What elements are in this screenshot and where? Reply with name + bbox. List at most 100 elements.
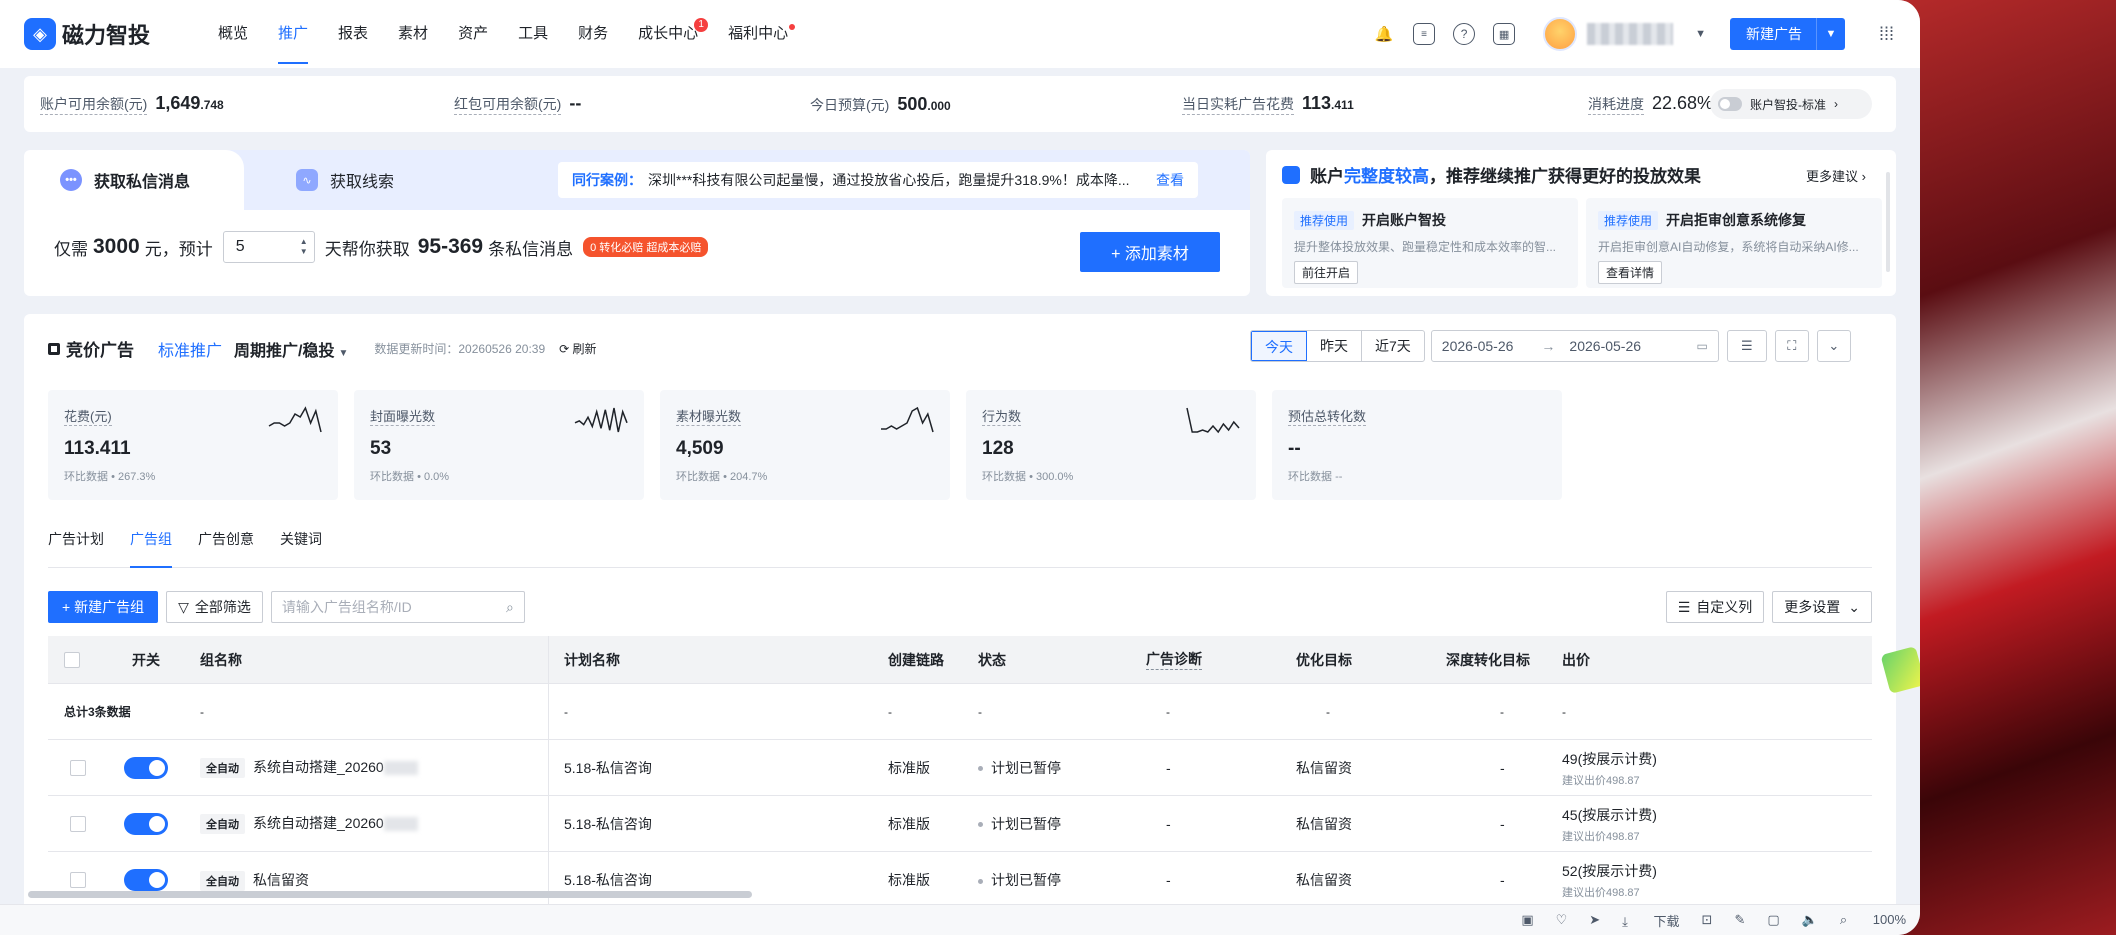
menu-item-assets[interactable]: 资产 (458, 0, 488, 68)
col-chain[interactable]: 创建链路 (888, 650, 944, 670)
refresh-button[interactable]: ⟳ 刷新 (559, 340, 596, 357)
fullscreen-icon[interactable]: ⛶ (1774, 330, 1809, 362)
date-today[interactable]: 今天 (1251, 331, 1307, 361)
heart-icon[interactable]: ♡ (1556, 912, 1568, 928)
row-checkbox[interactable] (70, 872, 86, 888)
menu-item-promotion[interactable]: 推广 (278, 0, 309, 68)
tab-leads[interactable]: ∿ 获取线索 (296, 150, 394, 210)
tab-ad-group[interactable]: 广告组 (130, 510, 172, 568)
col-goal[interactable]: 优化目标 (1296, 650, 1352, 670)
col-diagnosis[interactable]: 广告诊断 (1146, 649, 1202, 670)
search-icon[interactable]: ⌕ (506, 599, 514, 616)
bell-icon[interactable]: 🔔 (1373, 23, 1395, 45)
new-ad-button[interactable]: 新建广告 ▼ (1729, 18, 1845, 50)
bid-cell[interactable]: 52(按展示计费) 建议出价498.87 (1562, 861, 1657, 900)
row-enable-switch[interactable] (124, 869, 168, 891)
date-last-7-days[interactable]: 近7天 (1362, 331, 1424, 361)
chevron-down-icon[interactable]: ▼ (1695, 28, 1706, 40)
bid-cell[interactable]: 49(按展示计费) 建议出价498.87 (1562, 749, 1657, 788)
date-range-picker[interactable]: 2026-05-26 → 2026-05-26 ▭ (1430, 330, 1719, 362)
plan-name[interactable]: 5.18-私信咨询 (564, 870, 652, 890)
grid-icon[interactable]: ▦ (1493, 23, 1516, 45)
download-button[interactable]: ⤓ 下载 (1622, 911, 1679, 930)
col-deep-goal[interactable]: 深度转化目标 (1446, 650, 1530, 670)
game-icon[interactable]: ⊡ (1702, 912, 1713, 928)
row-checkbox[interactable] (70, 815, 86, 832)
group-name-cell[interactable]: 全自动 系统自动搭建_20260 (200, 813, 418, 834)
menu-item-reports[interactable]: 报表 (338, 0, 368, 68)
message-icon[interactable]: ≡ (1413, 23, 1436, 45)
tab-ad-creative[interactable]: 广告创意 (198, 510, 254, 568)
table-row[interactable]: 全自动 私信留资 5.18-私信咨询 标准版 计划已暂停 - 私信留资 - 52(… (48, 852, 1872, 908)
zoom-control[interactable]: ⌕ 100% (1840, 912, 1906, 928)
days-stepper[interactable]: 5 ▲ ▼ (222, 231, 315, 263)
kpi-card[interactable]: 花费(元) 113.411 环比数据 • 267.3% (48, 390, 338, 500)
menu-item-growth-center[interactable]: 成长中心 1 (638, 0, 709, 68)
search-input[interactable]: 请输入广告组名称/ID ⌕ (270, 591, 525, 623)
col-bid[interactable]: 出价 (1562, 650, 1590, 670)
bid-cell[interactable]: 45(按展示计费) 建议出价498.87 (1562, 805, 1657, 844)
scrollbar-thumb[interactable] (1886, 172, 1890, 272)
filter-settings-icon[interactable]: ☰ (1726, 330, 1767, 362)
help-icon[interactable]: ? (1453, 23, 1476, 45)
toggle-switch[interactable] (1718, 97, 1742, 111)
more-suggestions-link[interactable]: 更多建议 › (1806, 166, 1866, 185)
table-row[interactable]: 全自动 系统自动搭建_20260 5.18-私信咨询 标准版 计划已暂停 - 私信… (48, 796, 1872, 852)
menu-item-materials[interactable]: 素材 (398, 0, 428, 68)
menu-item-finance[interactable]: 财务 (578, 0, 608, 68)
custom-columns-button[interactable]: ☰ 自定义列 (1665, 591, 1765, 623)
stepper-arrows-icon[interactable]: ▲ ▼ (300, 237, 308, 257)
vertical-scrollbar[interactable] (1886, 160, 1892, 286)
row-enable-switch[interactable] (124, 812, 168, 835)
account-name-blurred[interactable] (1587, 23, 1674, 45)
date-yesterday[interactable]: 昨天 (1307, 331, 1362, 361)
apps-icon[interactable]: ⁞⁞⁞ (1879, 24, 1894, 45)
group-name-cell[interactable]: 全自动 私信留资 (200, 870, 309, 891)
brand-logo[interactable]: ◈ 磁力智投 (24, 18, 202, 50)
image-icon[interactable]: ▣ (1521, 912, 1533, 928)
collapse-icon[interactable]: ⌄ (1816, 330, 1851, 362)
send-icon[interactable]: ➤ (1589, 912, 1600, 928)
kpi-card[interactable]: 封面曝光数 53 环比数据 • 0.0% (354, 390, 644, 500)
row-checkbox[interactable] (70, 759, 86, 776)
tab-private-message[interactable]: ••• 获取私信消息 (24, 150, 244, 210)
window-icon[interactable]: ▢ (1767, 912, 1779, 928)
view-details-button[interactable]: 查看详情 (1598, 261, 1663, 284)
update-time: 数据更新时间：20260526 20:39 (374, 342, 546, 356)
sparkline-line (1186, 407, 1240, 434)
group-name-cell[interactable]: 全自动 系统自动搭建_20260 (200, 757, 418, 778)
plan-name[interactable]: 5.18-私信咨询 (564, 814, 652, 834)
sound-icon[interactable]: 🔈 (1802, 912, 1818, 928)
new-ad-label[interactable]: 新建广告 (1730, 18, 1817, 50)
status-cell: 计划已暂停 (978, 814, 1061, 834)
mode-dropdown[interactable]: 周期推广/稳投 ▼ (234, 337, 348, 361)
menu-item-tools[interactable]: 工具 (518, 0, 548, 68)
edit-icon[interactable]: ✎ (1734, 912, 1745, 928)
col-status[interactable]: 状态 (978, 650, 1006, 670)
menu-item-welfare-center[interactable]: 福利中心 (728, 0, 796, 68)
horizontal-scrollbar[interactable] (28, 891, 752, 898)
tab-ad-plan[interactable]: 广告计划 (48, 510, 104, 568)
plan-name[interactable]: 5.18-私信咨询 (564, 758, 652, 778)
case-view-link[interactable]: 查看 (1156, 170, 1184, 190)
row-enable-switch[interactable] (124, 756, 168, 779)
kpi-card[interactable]: 行为数 128 环比数据 • 300.0% (966, 390, 1256, 500)
menu-label: 报表 (338, 25, 369, 42)
menu-item-overview[interactable]: 概览 (218, 0, 248, 68)
avatar[interactable] (1543, 17, 1578, 51)
select-all-checkbox[interactable] (64, 651, 80, 668)
add-material-button[interactable]: + 添加素材 (1080, 232, 1220, 272)
more-settings-button[interactable]: 更多设置 ⌄ (1772, 591, 1872, 623)
kpi-card[interactable]: 素材曝光数 4,509 环比数据 • 204.7% (660, 390, 950, 500)
all-filters-button[interactable]: ▽ 全部筛选 (166, 591, 263, 623)
account-smart-toggle[interactable]: 账户智投-标准 › (1710, 89, 1872, 119)
tab-keywords[interactable]: 关键词 (280, 510, 322, 568)
mode-tab-standard[interactable]: 标准推广 (158, 337, 222, 361)
table-row[interactable]: 全自动 系统自动搭建_20260 5.18-私信咨询 标准版 计划已暂停 - 私信… (48, 740, 1872, 796)
col-group-name[interactable]: 组名称 (200, 650, 242, 670)
go-enable-button[interactable]: 前往开启 (1294, 261, 1359, 284)
kpi-card[interactable]: 预估总转化数 -- 环比数据 -- (1272, 390, 1562, 500)
col-plan-name[interactable]: 计划名称 (564, 650, 620, 670)
new-ad-group-button[interactable]: + 新建广告组 (48, 591, 159, 623)
chevron-down-icon[interactable]: ▼ (1817, 28, 1845, 40)
